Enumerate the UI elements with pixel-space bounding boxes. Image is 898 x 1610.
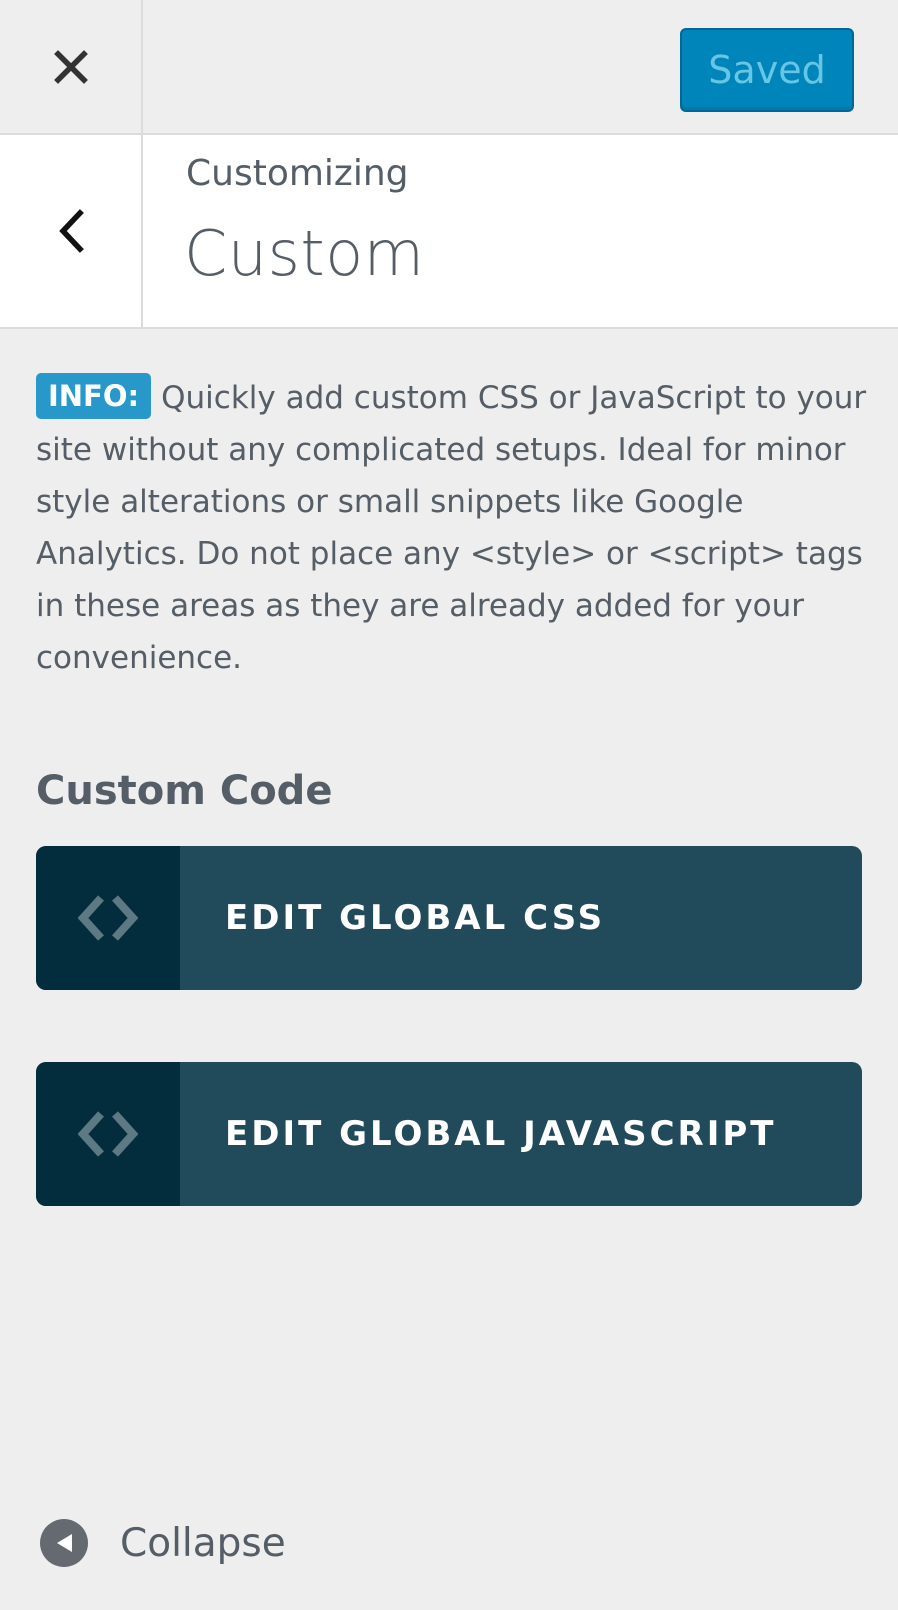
- close-icon: [53, 49, 88, 84]
- edit-global-css-button[interactable]: EDIT GLOBAL CSS: [36, 846, 862, 990]
- chevron-left-icon: [58, 209, 84, 253]
- section-titlebar: Customizing Custom: [0, 135, 898, 329]
- page-title: Custom: [184, 217, 425, 290]
- triangle-left-icon: [57, 1534, 72, 1552]
- edit-global-javascript-button[interactable]: EDIT GLOBAL JAVASCRIPT: [36, 1062, 862, 1206]
- customizer-header: Saved: [0, 0, 898, 135]
- close-button[interactable]: [0, 0, 143, 133]
- back-button[interactable]: [0, 135, 143, 327]
- saved-button[interactable]: Saved: [680, 28, 854, 112]
- edit-global-css-label: EDIT GLOBAL CSS: [225, 898, 606, 938]
- customizer-panel: Saved Customizing Custom INFO: Quickly ad…: [0, 0, 898, 1610]
- info-text: Quickly add custom CSS or JavaScript to …: [36, 380, 867, 676]
- custom-code-heading: Custom Code: [36, 768, 333, 814]
- info-notice: INFO: Quickly add custom CSS or JavaScrip…: [36, 372, 872, 684]
- collapse-label: Collapse: [120, 1520, 286, 1566]
- breadcrumb: Customizing: [186, 153, 409, 194]
- code-icon-box: [36, 1062, 180, 1206]
- collapse-button[interactable]: Collapse: [40, 1518, 286, 1568]
- code-icon: [77, 895, 139, 941]
- collapse-left-icon: [40, 1519, 88, 1567]
- edit-global-javascript-label: EDIT GLOBAL JAVASCRIPT: [225, 1114, 777, 1154]
- code-icon-box: [36, 846, 180, 990]
- code-icon: [77, 1111, 139, 1157]
- info-badge: INFO:: [36, 373, 152, 419]
